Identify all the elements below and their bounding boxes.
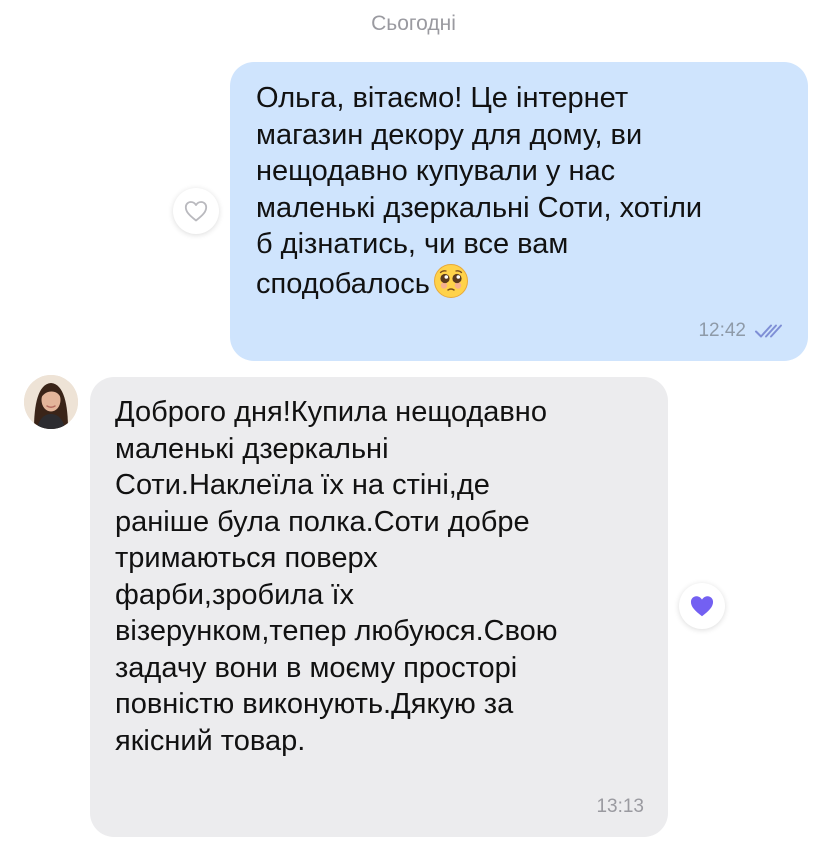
message-meta: 12:42 <box>698 313 788 350</box>
double-check-icon <box>755 324 782 338</box>
heart-outline-icon <box>184 201 208 222</box>
message-time: 12:42 <box>698 319 746 341</box>
avatar[interactable] <box>24 375 78 429</box>
message-meta: 13:13 <box>596 789 644 826</box>
message-time: 13:13 <box>596 795 644 817</box>
like-button[interactable] <box>679 583 725 629</box>
avatar-image <box>24 375 78 429</box>
like-button[interactable] <box>173 188 219 234</box>
heart-filled-icon <box>690 596 714 617</box>
message-text: Доброго дня!Купила нещодавно маленькі дз… <box>115 396 558 757</box>
date-separator: Сьогодні <box>371 12 456 35</box>
pleading-face-emoji <box>433 263 468 298</box>
message-text: Ольга, вітаємо! Це інтернет магазин деко… <box>256 82 703 300</box>
outgoing-message-bubble[interactable]: Ольга, вітаємо! Це інтернет магазин деко… <box>230 62 808 361</box>
incoming-message-bubble[interactable]: Доброго дня!Купила нещодавно маленькі дз… <box>90 377 668 837</box>
